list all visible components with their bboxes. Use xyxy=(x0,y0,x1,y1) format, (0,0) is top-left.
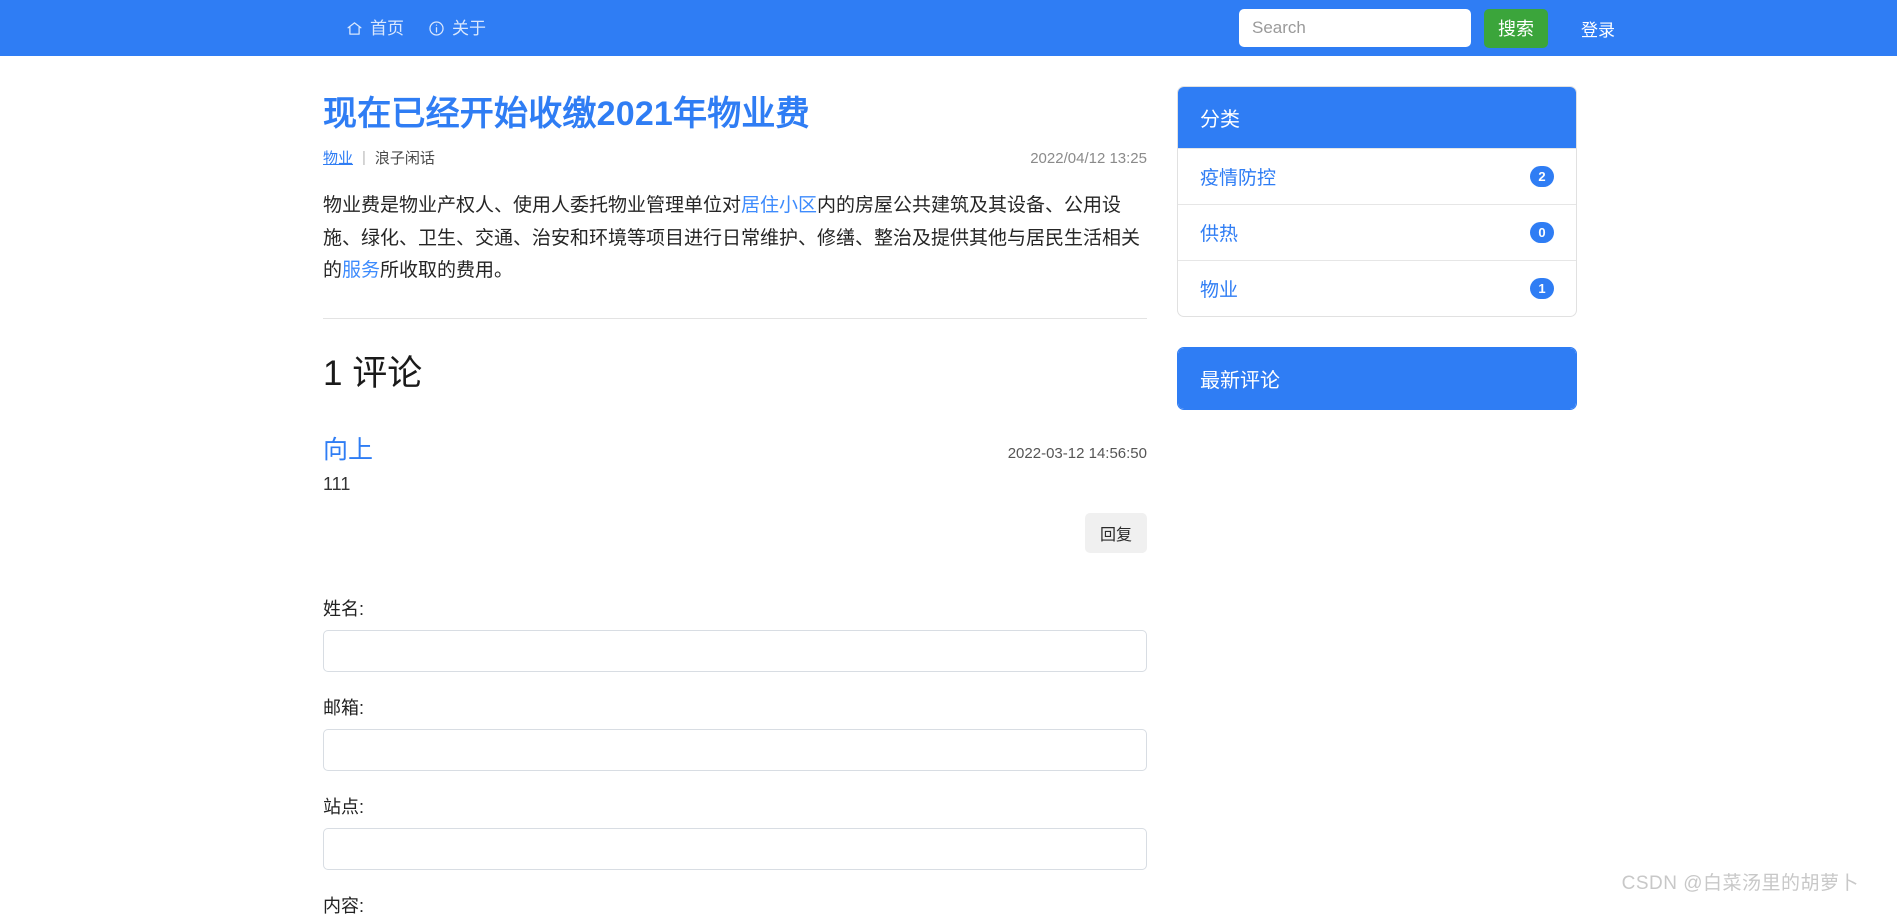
comment-date: 2022-03-12 14:56:50 xyxy=(1007,445,1147,463)
status-badge: 1 xyxy=(1530,278,1554,299)
login-link[interactable]: 登录 xyxy=(1581,16,1615,41)
latest-comments-card-header: 最新评论 xyxy=(1178,348,1576,409)
page-container: 现在已经开始收缴2021年物业费 物业 | 浪子闲话 2022/04/12 13… xyxy=(0,56,1897,917)
sidebar-item-property[interactable]: 物业 1 xyxy=(1178,260,1576,316)
form-group-name: 姓名: xyxy=(323,595,1147,673)
article-author: 浪子闲话 xyxy=(374,150,435,167)
sidebar-item-label: 供热 xyxy=(1200,224,1239,245)
sidebar-item-label: 物业 xyxy=(1200,280,1239,301)
article-meta: 物业 | 浪子闲话 xyxy=(323,147,435,168)
name-field-label: 姓名: xyxy=(323,599,365,620)
sidebar-item-label: 疫情防控 xyxy=(1200,168,1277,189)
nav-item-home-label: 首页 xyxy=(370,18,404,38)
article-category-link[interactable]: 物业 xyxy=(323,147,353,168)
watermark: CSDN @白菜汤里的胡萝卜 xyxy=(1621,873,1859,894)
article-body-text-1: 物业费是物业产权人、使用人委托物业管理单位对 xyxy=(323,195,742,216)
nav-item-about-label: 关于 xyxy=(452,18,486,38)
content-field-label: 内容: xyxy=(323,896,365,917)
email-field[interactable] xyxy=(323,729,1147,772)
nav-item-home[interactable]: 首页 xyxy=(346,20,404,37)
article-date: 2022/04/12 13:25 xyxy=(1030,150,1147,167)
comment-author-link[interactable]: 向上 xyxy=(323,430,373,466)
home-icon xyxy=(346,20,363,37)
info-circle-icon xyxy=(428,20,445,37)
status-badge: 2 xyxy=(1530,166,1554,187)
site-field-label: 站点: xyxy=(323,797,365,818)
sidebar-item-epidemic-control[interactable]: 疫情防控 2 xyxy=(1178,148,1576,204)
top-navbar: 首页 关于 搜索 登录 xyxy=(0,0,1897,56)
nav-search-area: 搜索 登录 xyxy=(1239,8,1897,48)
article-inline-link-service[interactable]: 服务 xyxy=(342,260,380,281)
section-divider xyxy=(323,318,1147,320)
reply-button[interactable]: 回复 xyxy=(1084,513,1147,554)
article-inline-link-community[interactable]: 居住小区 xyxy=(741,195,817,216)
form-group-site: 站点: xyxy=(323,793,1147,871)
article-body: 物业费是物业产权人、使用人委托物业管理单位对居住小区内的房屋公共建筑及其设备、公… xyxy=(323,190,1147,288)
name-field[interactable] xyxy=(323,630,1147,673)
latest-comments-card: 最新评论 xyxy=(1177,347,1577,410)
comments-heading: 1 评论 xyxy=(323,354,423,394)
article-meta-row: 物业 | 浪子闲话 2022/04/12 13:25 xyxy=(323,147,1147,168)
main-content: 现在已经开始收缴2021年物业费 物业 | 浪子闲话 2022/04/12 13… xyxy=(323,86,1147,917)
email-field-label: 邮箱: xyxy=(323,698,365,719)
site-field[interactable] xyxy=(323,828,1147,871)
form-group-email: 邮箱: xyxy=(323,694,1147,772)
sidebar: 分类 疫情防控 2 供热 0 物业 1 最新评论 xyxy=(1177,86,1577,917)
article-body-text-3: 所收取的费用。 xyxy=(380,260,514,282)
form-group-content: 内容: xyxy=(323,892,1147,917)
categories-card: 分类 疫情防控 2 供热 0 物业 1 xyxy=(1177,86,1577,317)
status-badge: 0 xyxy=(1530,222,1554,243)
comment-text: 111 xyxy=(323,474,351,495)
comment-item: 向上 2022-03-12 14:56:50 111 回复 xyxy=(323,430,1147,554)
page-title: 现在已经开始收缴2021年物业费 xyxy=(323,95,810,133)
search-input[interactable] xyxy=(1239,9,1471,47)
sidebar-item-heating[interactable]: 供热 0 xyxy=(1178,204,1576,260)
comment-actions: 回复 xyxy=(323,513,1147,554)
search-button[interactable]: 搜索 xyxy=(1484,8,1548,48)
categories-card-header: 分类 xyxy=(1178,87,1576,148)
comment-form: 姓名: 邮箱: 站点: 内容: xyxy=(323,595,1147,917)
comment-header: 向上 2022-03-12 14:56:50 xyxy=(323,430,1147,466)
nav-links: 首页 关于 xyxy=(346,20,486,37)
nav-item-about[interactable]: 关于 xyxy=(428,20,486,37)
meta-separator: | xyxy=(362,149,366,166)
